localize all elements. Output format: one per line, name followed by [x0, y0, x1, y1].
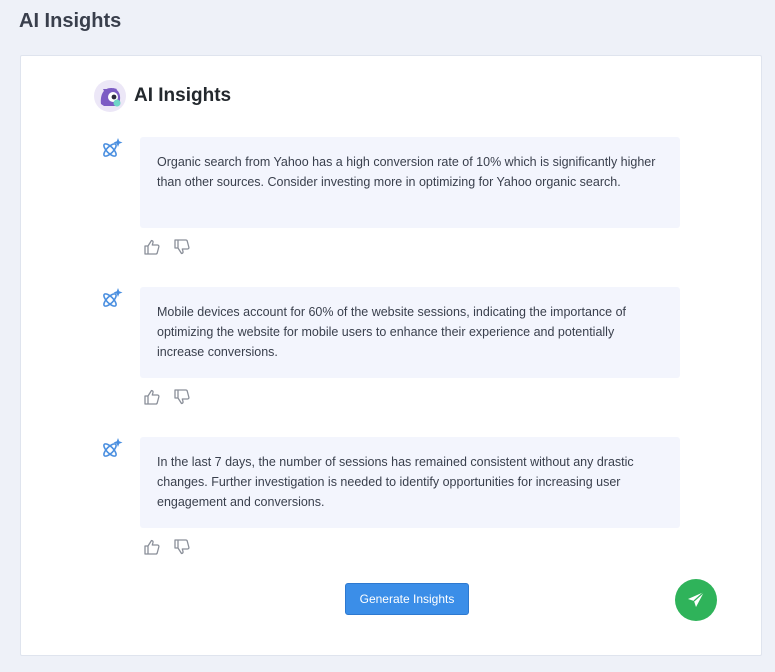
monster-mascot-icon [94, 80, 126, 112]
thumbs-down-icon[interactable] [173, 238, 191, 256]
insight-text: Mobile devices account for 60% of the we… [140, 287, 680, 378]
feedback-row [143, 238, 191, 256]
panel-title: AI Insights [134, 85, 232, 106]
thumbs-up-icon[interactable] [143, 538, 161, 556]
panel-header: AI Insights [94, 80, 231, 112]
sparkle-icon [103, 438, 123, 457]
insight-text: In the last 7 days, the number of sessio… [140, 437, 680, 528]
page-title: AI Insights [19, 10, 122, 32]
feedback-row [143, 538, 191, 556]
sparkle-icon [103, 288, 123, 307]
paper-plane-icon [688, 591, 705, 607]
sparkle-icon [103, 138, 123, 157]
insight-text: Organic search from Yahoo has a high con… [140, 137, 680, 228]
feedback-row [143, 388, 191, 406]
thumbs-up-icon[interactable] [143, 388, 161, 406]
ai-insights-panel: AI Insights Organic search from Yahoo ha… [20, 55, 762, 656]
thumbs-down-icon[interactable] [173, 388, 191, 406]
thumbs-up-icon[interactable] [143, 238, 161, 256]
generate-insights-button[interactable]: Generate Insights [345, 583, 469, 615]
thumbs-down-icon[interactable] [173, 538, 191, 556]
send-button[interactable] [675, 579, 717, 621]
